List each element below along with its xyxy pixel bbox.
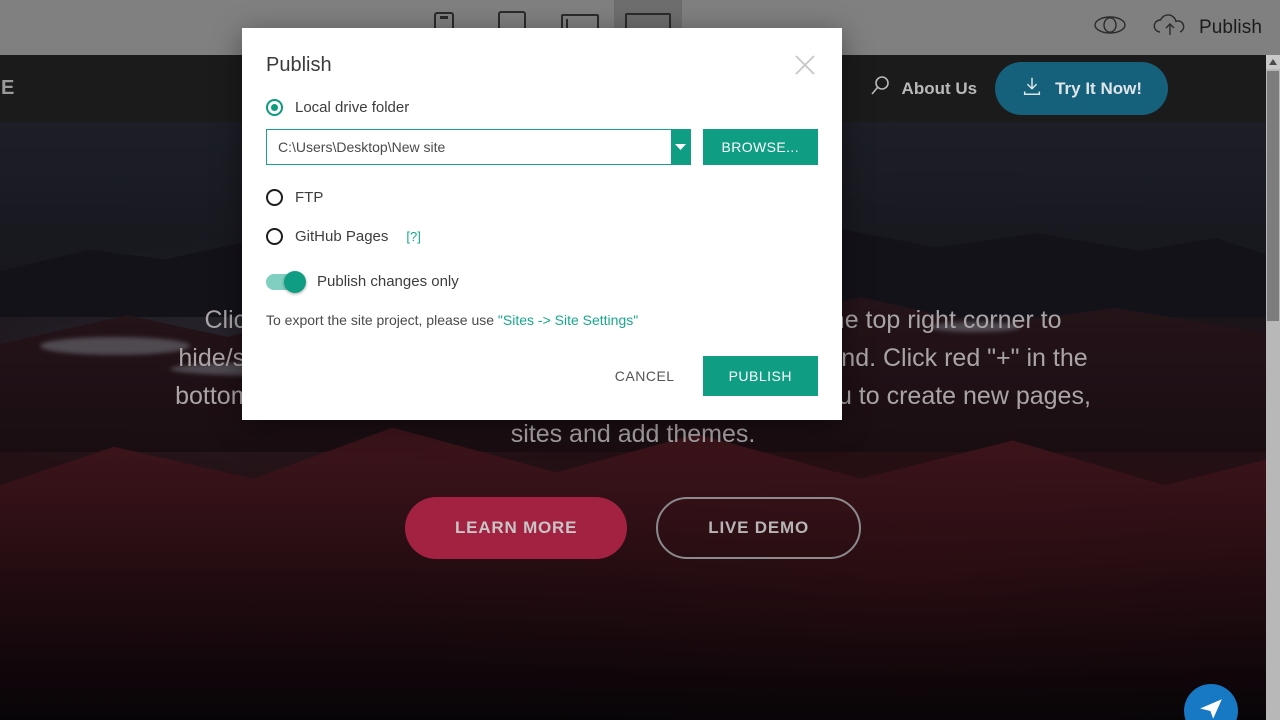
publish-confirm-button[interactable]: PUBLISH — [702, 356, 818, 396]
preview-button[interactable] — [1092, 13, 1128, 42]
publish-dialog-header: Publish — [242, 28, 842, 77]
toggle-switch-knob — [284, 270, 306, 293]
close-icon[interactable] — [790, 50, 820, 80]
publish-dialog-body: Local drive folder BROWSE... FTP GitHub … — [242, 77, 842, 328]
nav-item-about-us[interactable]: About Us — [869, 74, 978, 103]
publish-path-input[interactable] — [266, 129, 671, 165]
try-it-now-button[interactable]: Try It Now! — [995, 62, 1168, 115]
site-logo[interactable]: RISE — [0, 77, 15, 100]
radio-option-github-pages[interactable]: GitHub Pages [?] — [266, 228, 818, 245]
live-demo-button[interactable]: LIVE DEMO — [656, 497, 861, 559]
export-note: To export the site project, please use "… — [266, 312, 818, 328]
cloud-upload-icon — [1150, 11, 1190, 44]
scrollbar-thumb[interactable] — [1267, 71, 1279, 321]
browse-button[interactable]: BROWSE... — [702, 129, 818, 165]
toolbar-right-group: Publish — [1092, 0, 1262, 55]
page-scrollbar[interactable] — [1266, 55, 1280, 720]
cancel-button[interactable]: CANCEL — [597, 356, 693, 396]
radio-option-ftp[interactable]: FTP — [266, 189, 818, 206]
radio-indicator-local — [266, 99, 283, 116]
site-settings-link[interactable]: "Sites -> Site Settings" — [498, 312, 638, 328]
publish-path-row: BROWSE... — [266, 129, 818, 165]
paper-plane-icon — [1198, 696, 1224, 720]
radio-indicator-ftp — [266, 189, 283, 206]
scrollbar-up-arrow[interactable] — [1266, 55, 1280, 69]
publish-changes-only-toggle[interactable]: Publish changes only — [266, 270, 818, 293]
toggle-switch-track — [266, 270, 306, 293]
publish-dialog-footer: CANCEL PUBLISH — [242, 334, 842, 420]
publish-path-dropdown-button[interactable] — [671, 129, 691, 165]
radio-indicator-github — [266, 228, 283, 245]
hero-button-group: LEARN MORE LIVE DEMO — [405, 497, 861, 559]
caret-up-icon — [1268, 53, 1278, 71]
publish-dialog: Publish Local drive folder BROWSE... — [242, 28, 842, 420]
learn-more-button[interactable]: LEARN MORE — [405, 497, 628, 559]
radio-label-github: GitHub Pages — [295, 228, 389, 245]
app-root: RISE About Us — [0, 0, 1280, 720]
radio-label-ftp: FTP — [295, 189, 324, 206]
radio-label-local: Local drive folder — [295, 99, 410, 116]
try-it-now-label: Try It Now! — [1055, 78, 1142, 98]
chevron-down-icon — [675, 138, 687, 156]
site-nav-right: About Us Try It Now! — [869, 62, 1168, 115]
radio-option-local-drive[interactable]: Local drive folder — [266, 99, 818, 116]
nav-about-label: About Us — [901, 78, 978, 98]
toggle-label: Publish changes only — [317, 273, 459, 290]
download-icon — [1021, 75, 1043, 102]
publish-button-label: Publish — [1198, 16, 1262, 38]
github-help-link[interactable]: [?] — [406, 229, 420, 244]
search-icon — [869, 74, 893, 103]
publish-button[interactable]: Publish — [1150, 11, 1262, 44]
publish-dialog-title: Publish — [266, 54, 332, 76]
eye-icon — [1092, 13, 1128, 42]
export-note-text: To export the site project, please use — [266, 312, 498, 328]
